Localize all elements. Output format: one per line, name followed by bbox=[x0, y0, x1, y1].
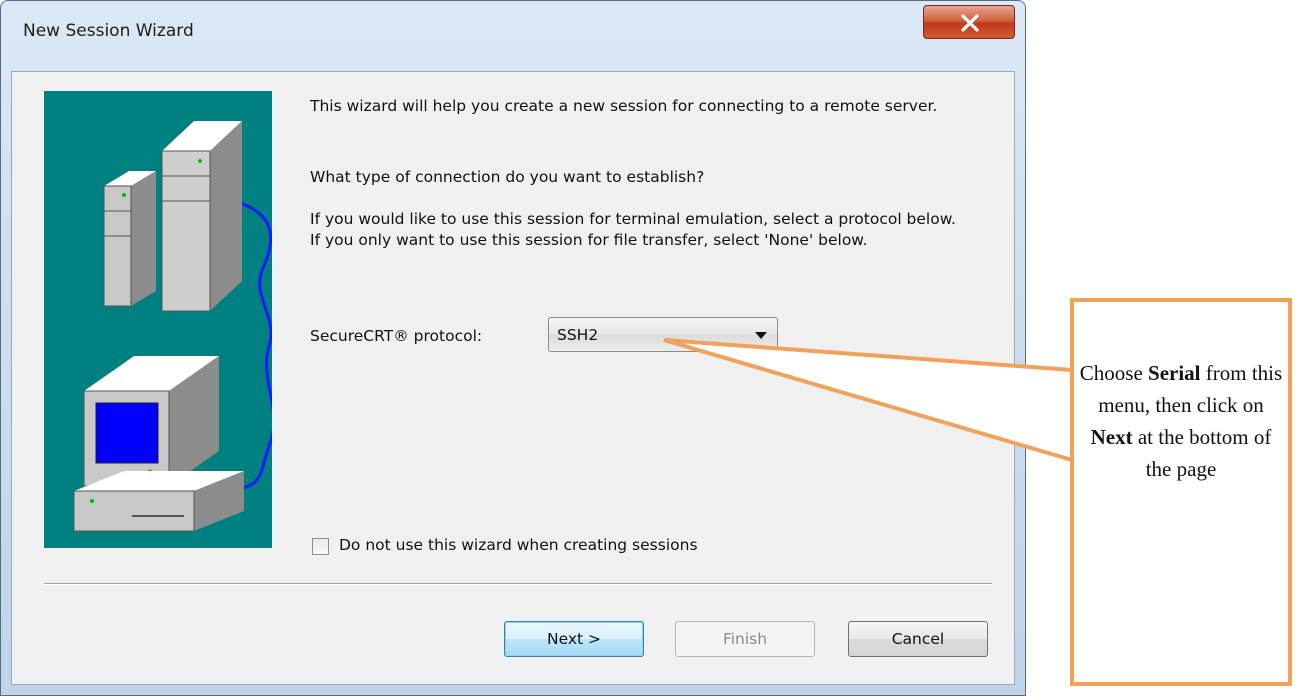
callout-text-part1: Choose bbox=[1079, 361, 1149, 385]
callout-bold-next: Next bbox=[1090, 425, 1133, 449]
callout-text: Choose Serial from this menu, then click… bbox=[1078, 357, 1284, 485]
instruction-callout: Choose Serial from this menu, then click… bbox=[1070, 298, 1292, 686]
callout-text-part3: at the bottom of the page bbox=[1132, 425, 1272, 481]
callout-bold-serial: Serial bbox=[1148, 361, 1201, 385]
